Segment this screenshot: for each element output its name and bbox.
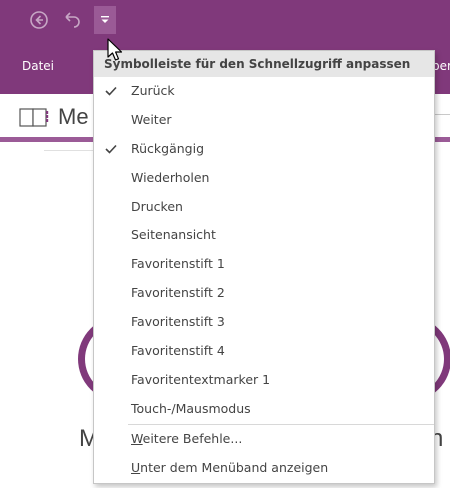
menu-item-show-below-ribbon[interactable]: Unter dem Menüband anzeigen [94, 454, 434, 483]
menu-item-label: nter dem Menüband anzeigen [140, 459, 329, 475]
checkmark-icon [104, 193, 118, 222]
checkmark-icon [104, 279, 118, 308]
menu-item-label: eitere Befehle... [142, 430, 243, 446]
checkmark-icon [104, 135, 118, 164]
menu-item[interactable]: Favoritenstift 3 [94, 308, 434, 337]
menu-header: Symbolleiste für den Schnellzugriff anpa… [94, 51, 434, 77]
menu-item-label: Favoritenstift 3 [131, 314, 225, 330]
mouse-pointer-icon [107, 38, 125, 64]
undo-icon[interactable] [62, 10, 82, 30]
checkmark-icon [104, 250, 118, 279]
notebook-icon[interactable] [19, 108, 49, 132]
menu-accel: W [131, 430, 143, 446]
menu-item-label: Favoritentextmarker 1 [131, 371, 271, 387]
checkmark-icon [104, 308, 118, 337]
menu-item-label: Wiederholen [131, 169, 210, 185]
menu-item-label: Touch-/Mausmodus [131, 400, 251, 416]
menu-item[interactable]: Wiederholen [94, 164, 434, 193]
menu-item-label: Weiter [131, 111, 172, 127]
menu-item-label: Favoritenstift 2 [131, 285, 225, 301]
checkmark-icon [104, 337, 118, 366]
menu-item-more-commands[interactable]: Weitere Befehle... [94, 425, 434, 454]
menu-item-label: Seitenansicht [131, 227, 216, 243]
menu-item[interactable]: Drucken [94, 193, 434, 222]
customize-quick-access-button[interactable] [94, 6, 116, 34]
menu-item[interactable]: Seitenansicht [94, 221, 434, 250]
menu-item[interactable]: Zurück [94, 77, 434, 106]
customize-dropdown-icon [101, 16, 109, 23]
onenote-window: Datei ber Me M n Symbolleiste für den Sc… [0, 0, 450, 488]
checkmark-icon [104, 77, 118, 106]
menu-item[interactable]: Favoritenstift 1 [94, 250, 434, 279]
menu-item[interactable]: Rückgängig [94, 135, 434, 164]
menu-item[interactable]: Touch-/Mausmodus [94, 395, 434, 424]
notebook-title[interactable]: Me [58, 104, 89, 130]
menu-item[interactable]: Weiter [94, 106, 434, 135]
menu-accel: U [131, 459, 141, 475]
menu-item[interactable]: Favoritenstift 4 [94, 337, 434, 366]
menu-item-label: Favoritenstift 1 [131, 256, 225, 272]
menu-item-label: Zurück [131, 83, 175, 98]
checkmark-icon [104, 164, 118, 193]
checkmark-icon [104, 106, 118, 135]
back-icon[interactable] [29, 10, 49, 30]
checkmark-icon [104, 366, 118, 395]
checkmark-icon [104, 221, 118, 250]
tab-file[interactable]: Datei [22, 59, 54, 73]
checkmark-icon [104, 395, 118, 424]
menu-items: Zurück Weiter Rückgängig Wiederholen Drucken… [94, 77, 434, 424]
menu-item-label: Drucken [131, 198, 183, 214]
menu-item[interactable]: Favoritentextmarker 1 [94, 366, 434, 395]
menu-item-label: Rückgängig [131, 140, 205, 156]
quick-access-customize-menu: Symbolleiste für den Schnellzugriff anpa… [93, 50, 435, 484]
menu-item-label: Favoritenstift 4 [131, 343, 225, 359]
menu-item[interactable]: Favoritenstift 2 [94, 279, 434, 308]
